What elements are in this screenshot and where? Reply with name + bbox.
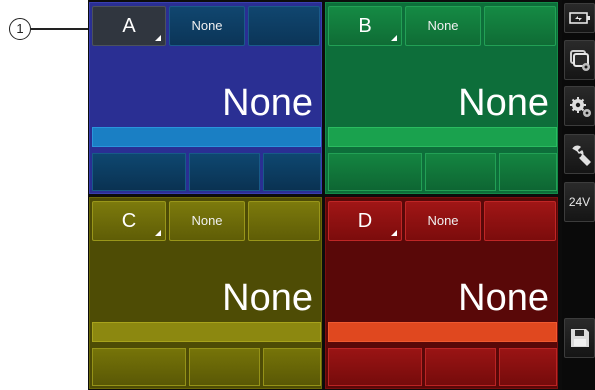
channel-a-option-button[interactable] — [248, 6, 320, 46]
channel-c-select-button[interactable]: C — [92, 201, 166, 241]
channel-d-unit-button[interactable]: None — [405, 201, 481, 241]
channel-a-select-button[interactable]: A — [92, 6, 166, 46]
channel-panel-d: D None None — [325, 197, 558, 389]
corner-indicator-icon — [391, 35, 397, 41]
corner-indicator-icon — [155, 230, 161, 236]
channel-panel-a: A None None — [89, 2, 322, 194]
channel-a-value: None — [222, 82, 313, 124]
corner-indicator-icon — [391, 230, 397, 236]
channel-b-value: None — [458, 82, 549, 124]
channel-c-status-bar — [92, 322, 321, 342]
tools-button[interactable] — [564, 134, 595, 174]
channel-a-function-button-3[interactable] — [263, 153, 321, 191]
settings-button[interactable] — [564, 86, 595, 126]
channel-d-function-button-1[interactable] — [328, 348, 422, 386]
channel-c-function-button-1[interactable] — [92, 348, 186, 386]
channel-b-option-button[interactable] — [484, 6, 556, 46]
channel-c-value: None — [222, 277, 313, 319]
channel-b-unit-label: None — [427, 18, 459, 33]
channel-a-unit-button[interactable]: None — [169, 6, 245, 46]
gears-icon — [570, 97, 591, 117]
screen-settings-button[interactable] — [564, 40, 595, 80]
channel-a-function-button-1[interactable] — [92, 153, 186, 191]
channel-d-status-bar — [328, 322, 557, 342]
callout-marker: 1 — [9, 18, 31, 40]
save-button[interactable] — [564, 318, 595, 358]
save-icon — [571, 329, 589, 347]
channel-b-status-bar — [328, 127, 557, 147]
channel-d-unit-label: None — [427, 213, 459, 228]
channel-a-unit-label: None — [191, 18, 223, 33]
channel-c-function-button-2[interactable] — [189, 348, 260, 386]
channel-a-status-bar — [92, 127, 321, 147]
channel-panel-b: B None None — [325, 2, 558, 194]
channel-c-function-button-3[interactable] — [263, 348, 321, 386]
channel-c-unit-button[interactable]: None — [169, 201, 245, 241]
channel-panel-c: C None None — [89, 197, 322, 389]
voltage-24v-button[interactable]: 24V — [564, 182, 595, 222]
channel-c-option-button[interactable] — [248, 201, 320, 241]
battery-icon — [569, 12, 590, 24]
channel-d-select-button[interactable]: D — [328, 201, 402, 241]
channel-b-function-button-1[interactable] — [328, 153, 422, 191]
battery-button[interactable] — [564, 3, 595, 33]
channel-b-function-button-2[interactable] — [425, 153, 496, 191]
channel-b-select-button[interactable]: B — [328, 6, 402, 46]
wrench-icon — [572, 145, 591, 166]
channel-b-unit-button[interactable]: None — [405, 6, 481, 46]
channel-d-function-button-3[interactable] — [499, 348, 557, 386]
channel-d-value: None — [458, 277, 549, 319]
voltage-24v-label: 24V — [568, 195, 591, 209]
corner-indicator-icon — [155, 35, 161, 41]
screen-settings-icon — [570, 50, 590, 71]
callout-leader-line — [31, 28, 91, 30]
channel-c-unit-label: None — [191, 213, 223, 228]
channel-d-function-button-2[interactable] — [425, 348, 496, 386]
channel-a-function-button-2[interactable] — [189, 153, 260, 191]
channel-d-option-button[interactable] — [484, 201, 556, 241]
device-screen: A None None B None None C None None D No… — [88, 0, 595, 390]
channel-b-function-button-3[interactable] — [499, 153, 557, 191]
sidebar: 24V — [562, 0, 595, 390]
